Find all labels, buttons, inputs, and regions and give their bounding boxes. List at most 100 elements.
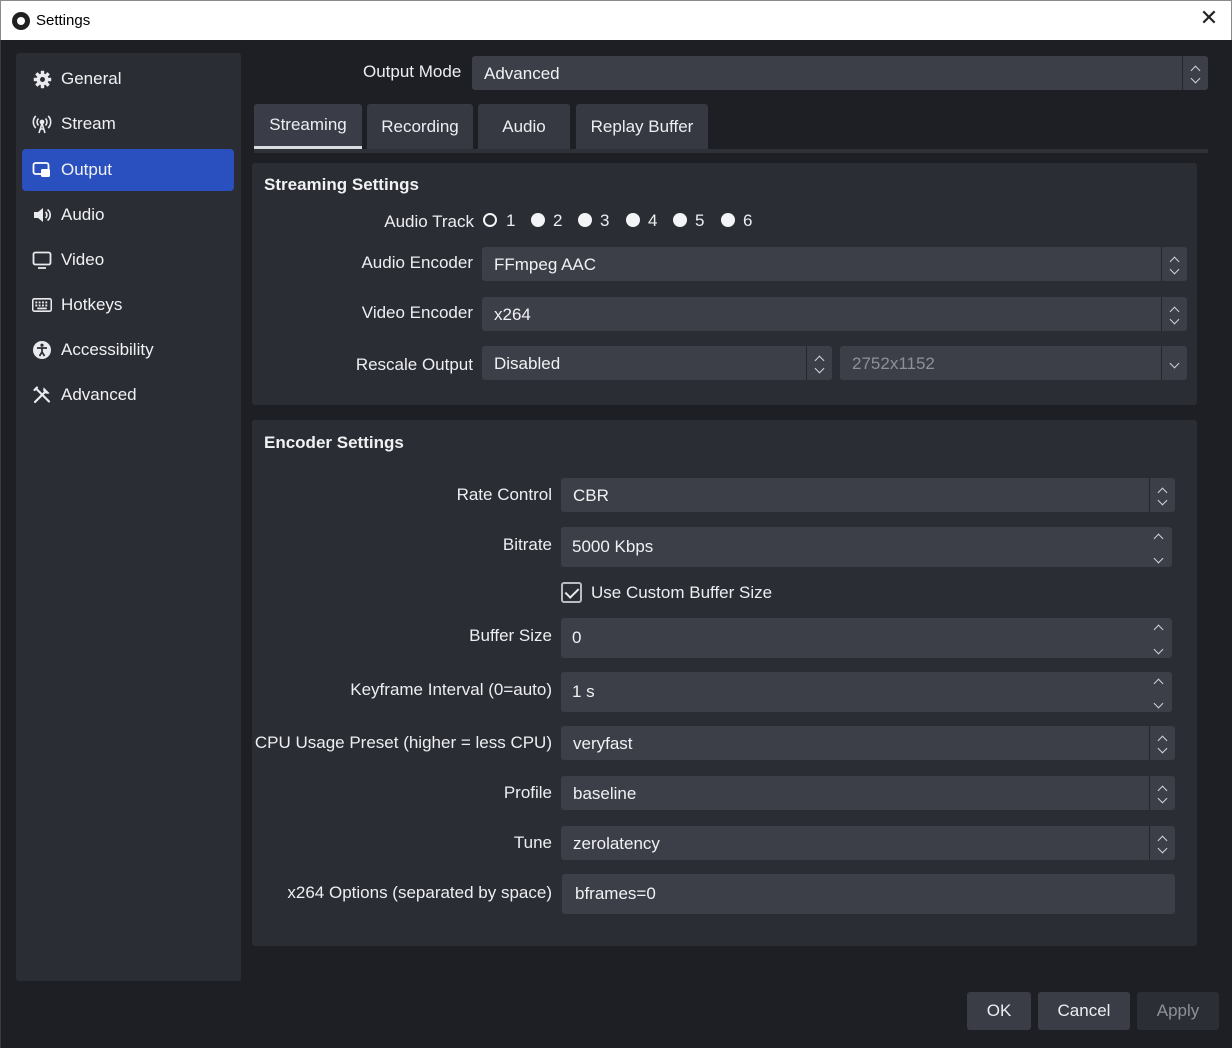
rescale-output-select[interactable]: Disabled [482, 346, 832, 380]
audio-track-radio-label: 6 [743, 211, 753, 230]
tune-select[interactable]: zerolatency [561, 826, 1175, 860]
keyframe-interval-spinbox[interactable]: 1 s [561, 672, 1172, 712]
keyframe-interval-value: 1 s [572, 682, 595, 701]
window-title: Settings [36, 12, 91, 29]
spin-arrows-icon[interactable] [1152, 677, 1164, 709]
keyboard-icon [32, 295, 52, 315]
updown-chevron-icon [1182, 56, 1208, 90]
antenna-icon [32, 114, 52, 134]
sidebar-item-label: Video [61, 250, 105, 269]
profile-value: baseline [573, 784, 637, 803]
buffer-size-label: Buffer Size [469, 626, 552, 645]
encoder-settings-title: Encoder Settings [264, 433, 404, 452]
sidebar-item-general[interactable]: General [22, 58, 234, 100]
updown-chevron-icon [1149, 776, 1175, 810]
custom-buffer-checkbox[interactable] [561, 582, 582, 603]
tune-value: zerolatency [573, 834, 660, 853]
sidebar-item-output[interactable]: Output [22, 149, 234, 191]
video-encoder-select[interactable]: x264 [482, 297, 1187, 331]
output-mode-select[interactable]: Advanced [472, 56, 1208, 90]
rescale-resolution-select[interactable]: 2752x1152 [840, 346, 1187, 380]
tab-streaming[interactable]: Streaming [254, 104, 362, 149]
rescale-resolution-value: 2752x1152 [852, 354, 935, 373]
audio-track-label: Audio Track [384, 212, 474, 231]
sidebar-item-label: General [61, 69, 122, 88]
custom-buffer-label: Use Custom Buffer Size [591, 583, 773, 602]
output-mode-value: Advanced [484, 64, 560, 83]
video-encoder-value: x264 [494, 305, 531, 324]
cpu-preset-select[interactable]: veryfast [561, 726, 1175, 760]
x264-options-input[interactable]: bframes=0 [562, 874, 1175, 914]
sidebar-item-label: Hotkeys [61, 295, 123, 314]
audio-encoder-value: FFmpeg AAC [494, 255, 597, 274]
tab-recording[interactable]: Recording [367, 104, 473, 149]
sidebar-item-label: Advanced [61, 385, 137, 404]
buffer-size-spinbox[interactable]: 0 [561, 618, 1172, 658]
tune-label: Tune [513, 833, 552, 852]
sidebar: General Stream Output Audio Video Hotkey… [16, 53, 241, 981]
updown-chevron-icon [1149, 726, 1175, 760]
sidebar-item-label: Output [61, 160, 113, 179]
updown-chevron-icon [1149, 478, 1175, 512]
audio-track-radio-3[interactable] [578, 213, 592, 227]
x264-options-value: bframes=0 [575, 884, 656, 903]
audio-track-radio-4[interactable] [626, 213, 640, 227]
rate-control-label: Rate Control [456, 485, 552, 504]
rescale-output-label: Rescale Output [355, 355, 473, 374]
audio-track-radio-2[interactable] [531, 213, 545, 227]
sidebar-item-label: Stream [61, 114, 116, 133]
video-encoder-label: Video Encoder [361, 303, 473, 322]
chevron-down-icon [1161, 346, 1187, 380]
spin-arrows-icon[interactable] [1152, 532, 1164, 564]
monitor-icon [32, 250, 52, 270]
audio-track-radio-label: 2 [553, 211, 563, 230]
updown-chevron-icon [1161, 247, 1187, 281]
updown-chevron-icon [1161, 297, 1187, 331]
streaming-settings-title: Streaming Settings [264, 175, 419, 194]
audio-encoder-label: Audio Encoder [361, 253, 473, 272]
obs-logo-icon [12, 12, 30, 30]
audio-track-radio-1[interactable] [483, 213, 497, 227]
output-mode-label: Output Mode [363, 62, 462, 81]
rescale-output-value: Disabled [494, 354, 561, 373]
x264-options-label: x264 Options (separated by space) [287, 883, 552, 902]
tab-bar-divider [254, 149, 1208, 153]
sidebar-item-advanced[interactable]: Advanced [22, 374, 234, 416]
ok-button[interactable]: OK [967, 992, 1031, 1030]
settings-window: General Stream Output Audio Video Hotkey… [0, 40, 1232, 1048]
sidebar-item-video[interactable]: Video [22, 239, 234, 281]
bitrate-value: 5000 Kbps [572, 537, 654, 556]
profile-label: Profile [503, 783, 552, 802]
audio-track-radio-6[interactable] [721, 213, 735, 227]
sidebar-item-accessibility[interactable]: Accessibility [22, 329, 234, 371]
tab-replay-buffer[interactable]: Replay Buffer [576, 104, 708, 149]
apply-button[interactable]: Apply [1137, 992, 1219, 1030]
sidebar-item-label: Audio [61, 205, 105, 224]
sidebar-item-label: Accessibility [61, 340, 154, 359]
accessibility-icon [32, 340, 52, 360]
close-icon[interactable]: ✕ [1199, 8, 1219, 31]
cancel-button[interactable]: Cancel [1038, 992, 1130, 1030]
sidebar-item-hotkeys[interactable]: Hotkeys [22, 284, 234, 326]
bitrate-spinbox[interactable]: 5000 Kbps [561, 527, 1172, 567]
bitrate-label: Bitrate [502, 535, 552, 554]
buffer-size-value: 0 [572, 628, 582, 647]
rate-control-value: CBR [573, 486, 609, 505]
gear-icon [32, 69, 52, 89]
sidebar-item-audio[interactable]: Audio [22, 194, 234, 236]
sidebar-item-stream[interactable]: Stream [22, 103, 234, 145]
keyframe-interval-label: Keyframe Interval (0=auto) [350, 680, 552, 699]
profile-select[interactable]: baseline [561, 776, 1175, 810]
title-bar: Settings ✕ [0, 0, 1232, 40]
spin-arrows-icon[interactable] [1152, 623, 1164, 655]
audio-track-radio-label: 1 [506, 211, 516, 230]
updown-chevron-icon [1149, 826, 1175, 860]
audio-track-radio-5[interactable] [673, 213, 687, 227]
audio-encoder-select[interactable]: FFmpeg AAC [482, 247, 1187, 281]
tab-audio[interactable]: Audio [478, 104, 570, 149]
speaker-icon [32, 205, 52, 225]
rate-control-select[interactable]: CBR [561, 478, 1175, 512]
cpu-preset-value: veryfast [573, 734, 633, 753]
tools-icon [32, 385, 52, 405]
cpu-preset-label: CPU Usage Preset (higher = less CPU) [254, 733, 552, 752]
